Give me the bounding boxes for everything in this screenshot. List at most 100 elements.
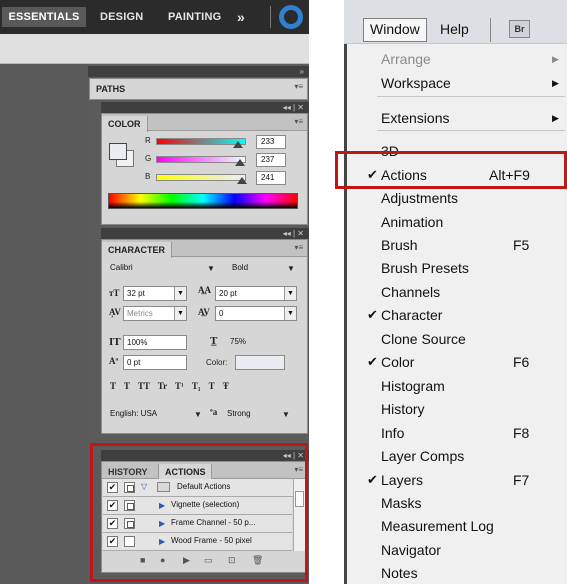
color-red-row: R 233 bbox=[102, 135, 307, 149]
menu-item-13[interactable]: Histogram bbox=[347, 375, 567, 397]
menu-item-12[interactable]: ✔ Color F6 bbox=[347, 351, 567, 373]
photoshop-panels: ESSENTIALS DESIGN PAINTING » » PATHS ▾≡ … bbox=[0, 0, 309, 584]
submenu-arrow-icon: ▶ bbox=[552, 54, 559, 64]
menu-divider bbox=[377, 96, 565, 97]
menu-item-11[interactable]: Clone Source bbox=[347, 328, 567, 350]
green-value-field[interactable]: 237 bbox=[256, 153, 286, 167]
workspace-essentials-button[interactable]: ESSENTIALS bbox=[2, 7, 86, 27]
menu-item-15[interactable]: Info F8 bbox=[347, 422, 567, 444]
menu-item-label: Clone Source bbox=[381, 331, 466, 347]
checkmark-icon: ✔ bbox=[367, 354, 378, 369]
menu-item-label: Masks bbox=[381, 495, 422, 511]
actions-menu-item-highlight bbox=[335, 151, 567, 189]
menu-help[interactable]: Help bbox=[440, 21, 469, 37]
channel-label: G bbox=[145, 154, 152, 163]
menu-item-18[interactable]: Masks bbox=[347, 492, 567, 514]
menu-item-label: History bbox=[381, 401, 425, 417]
tab-paths[interactable]: PATHS bbox=[90, 81, 131, 97]
menu-item-label: Layers bbox=[381, 472, 424, 488]
character-dock-bar[interactable]: ◂◂ | ✕ bbox=[101, 228, 309, 239]
blue-value-field[interactable]: 241 bbox=[256, 171, 286, 185]
menu-item-label: Character bbox=[381, 307, 443, 323]
vertical-scale-field[interactable]: 100% bbox=[123, 335, 187, 350]
dock-collapse-bar[interactable]: » bbox=[88, 66, 309, 77]
menu-item-21[interactable]: Notes bbox=[347, 562, 567, 584]
menu-item-9[interactable]: Channels bbox=[347, 281, 567, 303]
tracking-icon: A͟V bbox=[198, 307, 210, 317]
color-spectrum-bar[interactable] bbox=[108, 193, 298, 209]
workspace-design-button[interactable]: DESIGN bbox=[100, 7, 143, 27]
menu-item-8[interactable]: Brush Presets bbox=[347, 257, 567, 279]
menu-divider bbox=[377, 130, 565, 131]
workspace-painting-button[interactable]: PAINTING bbox=[168, 7, 221, 27]
text-color-swatch[interactable] bbox=[235, 355, 285, 370]
menu-item-label: Histogram bbox=[381, 378, 445, 394]
tracking-field[interactable]: 0 ▼ bbox=[215, 306, 297, 321]
blue-slider-thumb[interactable] bbox=[236, 177, 247, 184]
menu-item-label: Workspace bbox=[381, 75, 451, 91]
tab-character[interactable]: CHARACTER bbox=[102, 242, 172, 258]
screenshot-root: ESSENTIALS DESIGN PAINTING » » PATHS ▾≡ … bbox=[0, 0, 567, 584]
menu-item-label: Extensions bbox=[381, 110, 450, 126]
color-green-row: G 237 bbox=[102, 153, 307, 167]
application-bar: ESSENTIALS DESIGN PAINTING » bbox=[0, 0, 309, 34]
menu-item-1[interactable]: Workspace ▶ bbox=[347, 72, 567, 94]
green-slider-thumb[interactable] bbox=[234, 159, 245, 166]
color-dock-bar[interactable]: ◂◂ | ✕ bbox=[101, 102, 309, 113]
menu-item-label: Layer Comps bbox=[381, 448, 465, 464]
chevron-down-icon[interactable]: ▼ bbox=[174, 287, 186, 300]
menu-item-2[interactable]: Extensions ▶ bbox=[347, 107, 567, 129]
red-slider-thumb[interactable] bbox=[232, 141, 243, 148]
chevron-down-icon: ▼ bbox=[194, 410, 202, 419]
menu-item-16[interactable]: Layer Comps bbox=[347, 445, 567, 467]
font-size-field[interactable]: 32 pt ▼ bbox=[123, 286, 187, 301]
window-menu-dropdown: Arrange ▶ Workspace ▶ Extensions ▶ 3D ✔ Actions A… bbox=[347, 44, 567, 584]
red-value-field[interactable]: 233 bbox=[256, 135, 286, 149]
menu-item-shortcut: F5 bbox=[513, 237, 530, 253]
menu-item-7[interactable]: Brush F5 bbox=[347, 234, 567, 256]
foreground-color-swatch[interactable] bbox=[109, 143, 127, 160]
menu-item-label: Info bbox=[381, 425, 405, 441]
font-size-icon: ᴛT bbox=[109, 288, 120, 298]
blue-slider[interactable] bbox=[156, 174, 246, 181]
menu-item-label: Animation bbox=[381, 214, 444, 230]
window-menu-screenshot: Window Help Br Arrange ▶ Workspace ▶ Extensi… bbox=[344, 0, 567, 584]
menu-item-shortcut: F7 bbox=[513, 472, 530, 488]
leading-field[interactable]: 20 pt ▼ bbox=[215, 286, 297, 301]
green-slider[interactable] bbox=[156, 156, 246, 163]
panel-menu-icon[interactable]: ▾≡ bbox=[294, 117, 303, 126]
font-style-buttons[interactable]: T T TT Tr T¹ T₁ T Ŧ bbox=[110, 381, 300, 395]
chevron-down-icon[interactable]: ▼ bbox=[174, 307, 186, 320]
menu-bar: Window Help Br bbox=[344, 0, 567, 44]
submenu-arrow-icon: ▶ bbox=[552, 113, 559, 123]
horizontal-scale-field[interactable]: 75% bbox=[227, 335, 291, 350]
kerning-icon: A̦V bbox=[109, 307, 121, 317]
kerning-field[interactable]: Metrics ▼ bbox=[123, 306, 187, 321]
antialias-icon: ªa bbox=[210, 407, 218, 417]
panel-menu-icon[interactable]: ▾≡ bbox=[294, 243, 303, 252]
menu-item-14[interactable]: History bbox=[347, 398, 567, 420]
bridge-button[interactable]: Br bbox=[509, 20, 530, 38]
menu-item-6[interactable]: Animation bbox=[347, 211, 567, 233]
baseline-shift-field[interactable]: 0 pt bbox=[123, 355, 187, 370]
menu-item-0[interactable]: Arrange ▶ bbox=[347, 48, 567, 70]
appbar-divider bbox=[270, 6, 271, 28]
paths-panel: PATHS ▾≡ bbox=[89, 78, 308, 100]
menu-item-19[interactable]: Measurement Log bbox=[347, 515, 567, 537]
chevron-down-icon[interactable]: ▼ bbox=[284, 287, 296, 300]
menu-item-label: Brush bbox=[381, 237, 418, 253]
menu-item-5[interactable]: Adjustments bbox=[347, 187, 567, 209]
language-select[interactable]: English: USA bbox=[107, 407, 202, 422]
cs-live-icon[interactable] bbox=[279, 5, 303, 29]
menu-item-20[interactable]: Navigator bbox=[347, 539, 567, 561]
menu-item-label: Arrange bbox=[381, 51, 431, 67]
panel-menu-icon[interactable]: ▾≡ bbox=[294, 82, 303, 91]
more-workspaces-button[interactable]: » bbox=[237, 7, 245, 27]
menu-item-label: Brush Presets bbox=[381, 260, 469, 276]
tab-color[interactable]: COLOR bbox=[102, 116, 148, 132]
menu-item-10[interactable]: ✔ Character bbox=[347, 304, 567, 326]
menu-item-17[interactable]: ✔ Layers F7 bbox=[347, 469, 567, 491]
font-family-select[interactable]: Calibri bbox=[107, 261, 215, 276]
chevron-down-icon[interactable]: ▼ bbox=[284, 307, 296, 320]
menu-window[interactable]: Window bbox=[363, 18, 427, 42]
